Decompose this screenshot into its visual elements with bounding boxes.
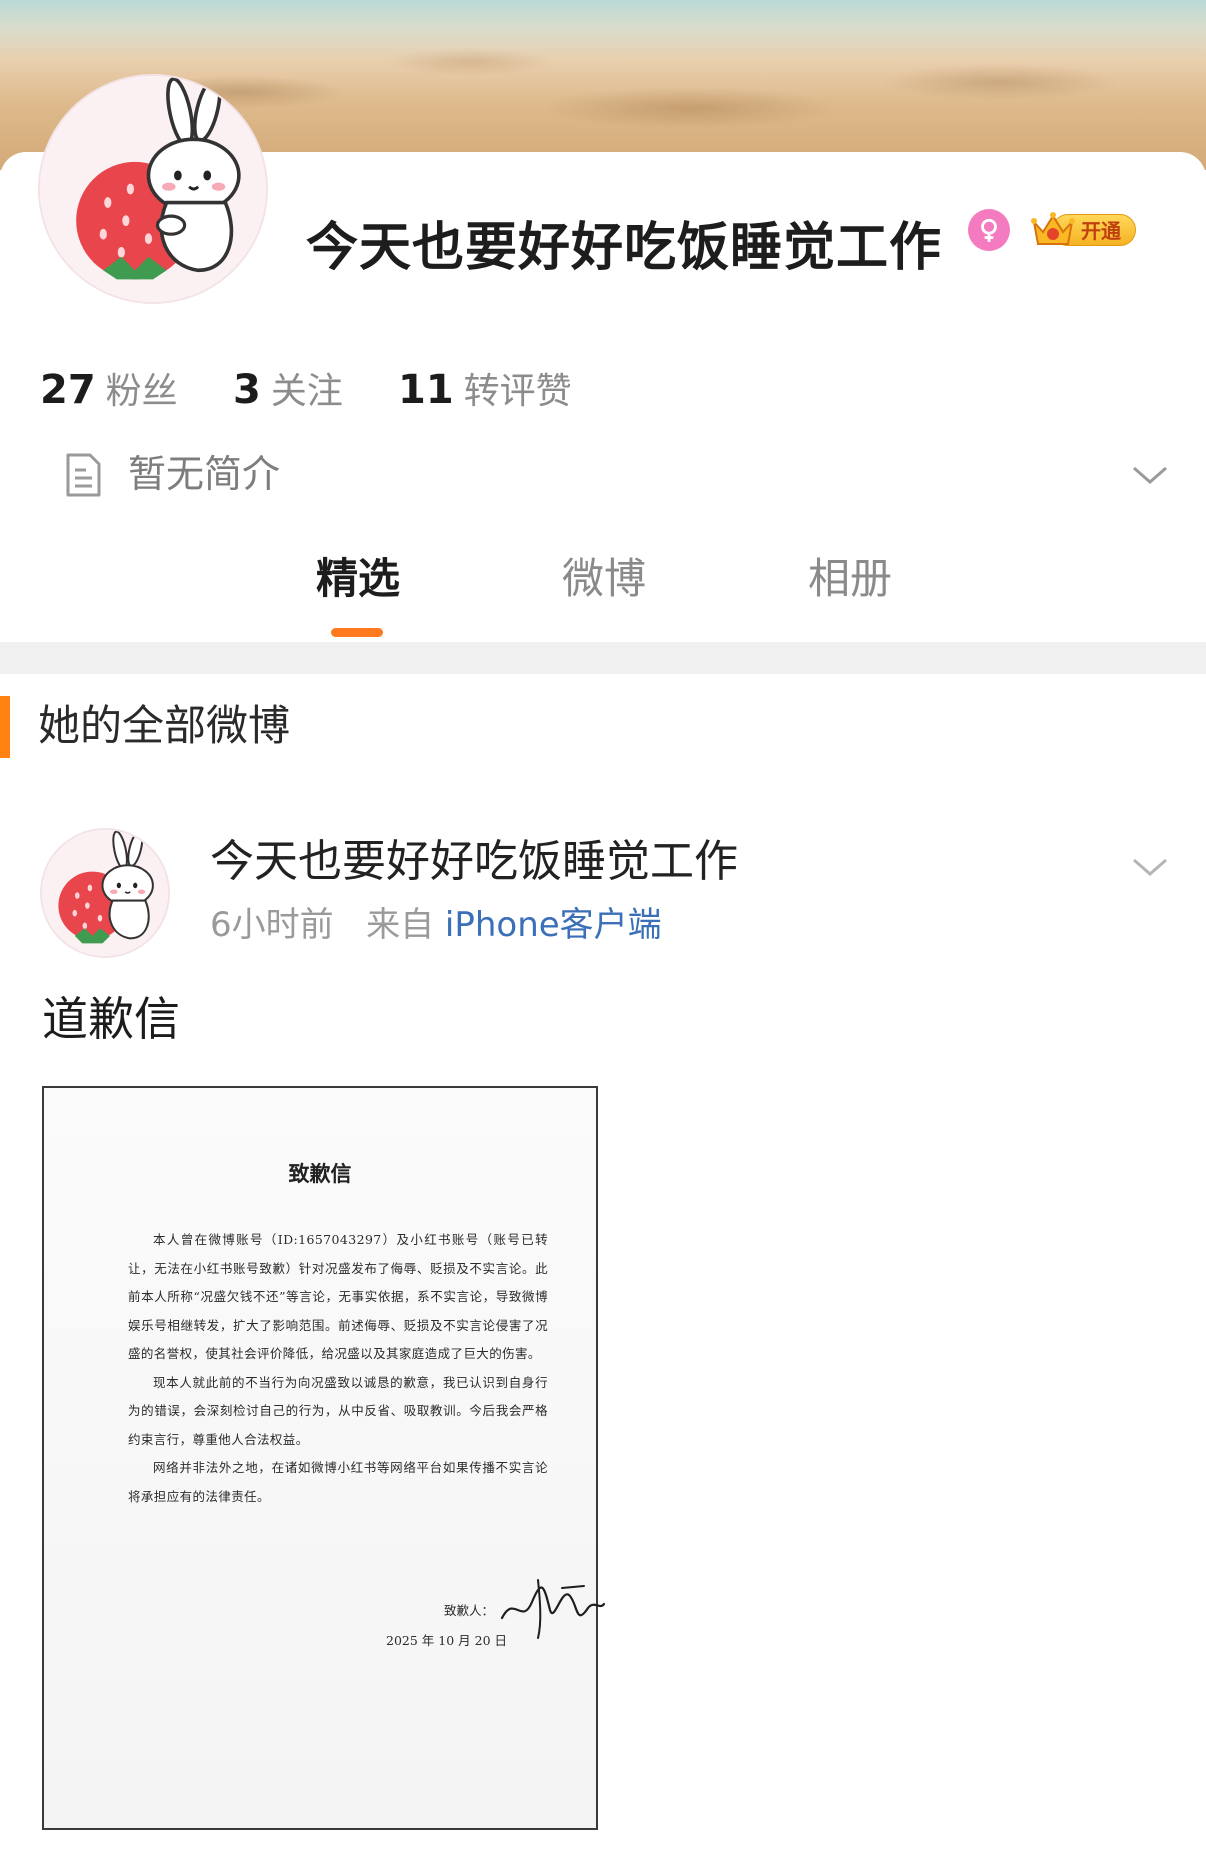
handwritten-signature <box>500 1579 606 1639</box>
profile-avatar[interactable] <box>40 76 266 302</box>
post-image-apology-letter[interactable]: 致歉信 本人曾在微博账号（ID:1657043297）及小红书账号（账号已转让，… <box>42 1086 606 1830</box>
following-label: 关注 <box>270 371 343 412</box>
crown-icon <box>1031 212 1075 245</box>
stat-interactions[interactable]: 11 转评赞 <box>398 362 572 414</box>
post-source-prefix: 来自 <box>366 905 435 945</box>
female-gender-icon <box>968 209 1010 251</box>
post-author-name[interactable]: 今天也要好好吃饭睡觉工作 <box>210 832 738 892</box>
section-divider <box>0 642 1206 674</box>
letter-date: 2025 年 10 月 20 日 <box>386 1633 507 1648</box>
post-text: 道歉信 <box>42 992 180 1046</box>
letter-signer-label: 致歉人： <box>444 1603 495 1618</box>
followers-label: 粉丝 <box>105 371 178 412</box>
letter-body: 本人曾在微博账号（ID:1657043297）及小红书账号（账号已转让，无法在小… <box>128 1226 548 1511</box>
letter-title: 致歉信 <box>288 1161 352 1186</box>
tab-weibo[interactable]: 微博 <box>514 548 694 610</box>
post-meta: 6小时前 来自 iPhone客户端 <box>210 900 662 950</box>
strawberry-bunny-avatar-icon <box>40 76 266 302</box>
tab-album[interactable]: 相册 <box>760 548 940 610</box>
interactions-count: 11 <box>398 367 454 413</box>
letter-paragraph: 网络并非法外之地，在诸如微博小红书等网络平台如果传播不实言论将承担应有的法律责任… <box>128 1460 548 1504</box>
profile-tabs: 精选 微博 相册 <box>0 548 1206 638</box>
letter-paragraph: 现本人就此前的不当行为向况盛致以诚恳的歉意，我已认识到自身行为的错误，会深刻检讨… <box>128 1374 548 1447</box>
letter-paragraph: 本人曾在微博账号（ID:1657043297）及小红书账号（账号已转让，无法在小… <box>128 1232 548 1361</box>
document-icon <box>66 453 101 497</box>
interactions-label: 转评赞 <box>463 371 572 412</box>
weibo-post: 今天也要好好吃饭睡觉工作 6小时前 来自 iPhone客户端 道歉信 致歉信 本… <box>0 780 1206 1866</box>
stat-followers[interactable]: 27 粉丝 <box>40 362 178 414</box>
post-time: 6小时前 <box>210 905 334 945</box>
tab-featured[interactable]: 精选 <box>268 548 448 610</box>
post-menu-chevron-icon[interactable] <box>1130 852 1170 882</box>
post-author-avatar[interactable] <box>42 830 168 956</box>
post-source[interactable]: iPhone客户端 <box>445 905 662 945</box>
all-posts-header: 她的全部微博 <box>0 674 1206 781</box>
chevron-down-icon[interactable] <box>1130 460 1170 490</box>
stat-following[interactable]: 3 关注 <box>233 362 343 414</box>
vip-open-button[interactable]: 开通 <box>1030 208 1138 252</box>
profile-bio[interactable]: 暂无简介 <box>62 450 1162 500</box>
following-count: 3 <box>233 367 261 413</box>
section-accent-bar <box>0 696 10 758</box>
profile-username: 今天也要好好吃饭睡觉工作 <box>306 218 943 278</box>
strawberry-bunny-avatar-icon <box>42 830 168 956</box>
followers-count: 27 <box>40 367 96 413</box>
active-tab-indicator <box>331 628 383 637</box>
bio-text: 暂无简介 <box>128 452 281 496</box>
section-title: 她的全部微博 <box>38 701 291 750</box>
